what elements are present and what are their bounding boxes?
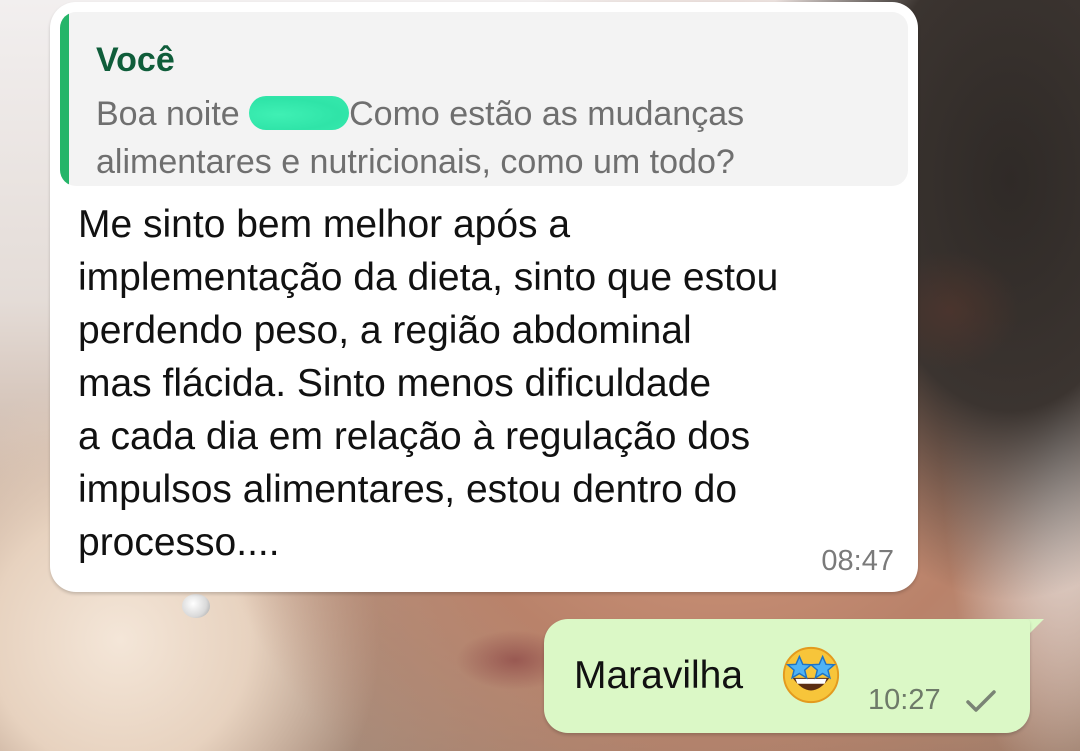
single-check-icon <box>966 690 996 712</box>
quoted-reply[interactable]: Você Boa noite Como estão as mudanças al… <box>60 12 908 186</box>
wallpaper-earring <box>182 594 210 618</box>
outgoing-message-time: 10:27 <box>868 684 941 716</box>
incoming-message-time: 08:47 <box>821 545 894 577</box>
incoming-message-bubble[interactable]: Você Boa noite Como estão as mudanças al… <box>50 2 918 592</box>
quote-author: Você <box>96 41 175 79</box>
quote-accent-bar <box>60 12 69 186</box>
incoming-message-text: Me sinto bem melhor após a implementação… <box>78 203 779 564</box>
quote-text: Boa noite Como estão as mudanças aliment… <box>96 90 896 186</box>
outgoing-message-text: Maravilha <box>574 654 744 697</box>
outgoing-message-bubble[interactable]: Maravilha 10:27 <box>544 619 1030 733</box>
redaction-blot <box>249 96 350 130</box>
quote-text-start: Boa noite <box>96 95 250 133</box>
star-struck-emoji-icon <box>782 646 840 704</box>
